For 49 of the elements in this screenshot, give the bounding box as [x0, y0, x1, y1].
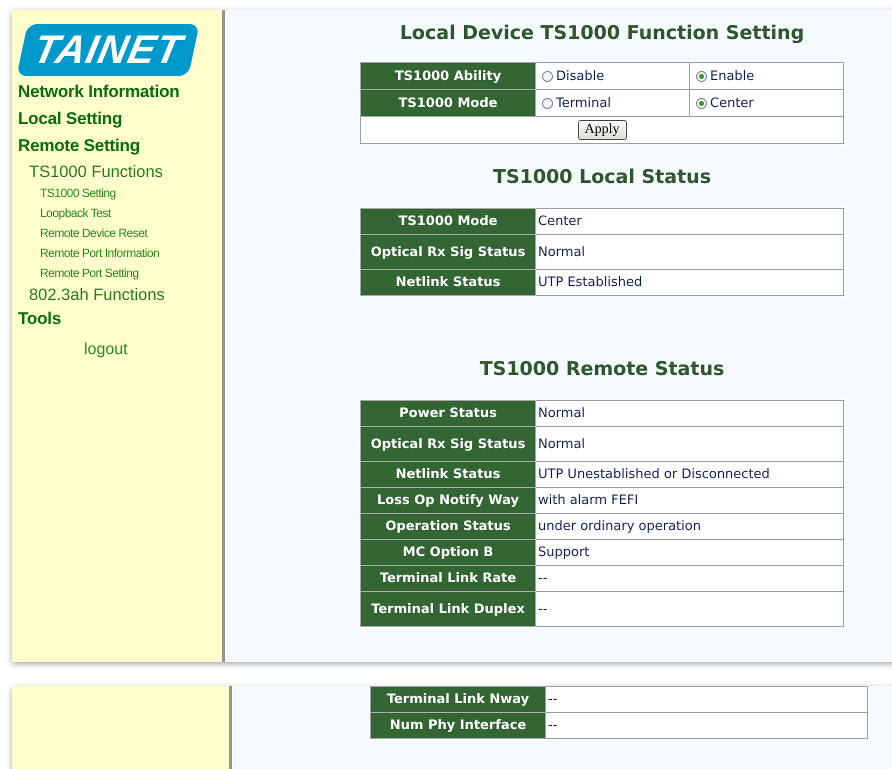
nav-link[interactable]: Remote Device Reset — [40, 226, 148, 240]
row-label: Operation Status — [360, 514, 536, 540]
row-value: UTP Unestablished or Disconnected — [536, 462, 844, 488]
logout-link[interactable]: logout — [84, 341, 128, 359]
nav-link[interactable]: Tools — [18, 309, 62, 329]
row-label: Optical Rx Sig Status — [360, 426, 536, 462]
row-value: -- — [546, 686, 868, 712]
nav-link[interactable]: Remote Port Information — [40, 246, 160, 260]
apply-button[interactable]: Apply — [578, 120, 626, 140]
radio-icon[interactable] — [696, 71, 707, 82]
row-value: Normal — [536, 426, 844, 462]
row-label: TS1000 Mode — [360, 90, 536, 116]
row-value: Normal — [536, 400, 844, 426]
row-label: Terminal Link Nway — [370, 686, 546, 712]
row-value: -- — [546, 712, 868, 738]
row-value: Normal — [536, 234, 844, 270]
row-value: under ordinary operation — [536, 514, 844, 540]
nav-link[interactable]: 802.3ah Functions — [29, 286, 165, 305]
row-value: with alarm FEFI — [536, 488, 844, 514]
row-label: TS1000 Ability — [360, 62, 536, 90]
row-value: -- — [536, 592, 844, 626]
row-label: Power Status — [360, 400, 536, 426]
radio-icon[interactable] — [542, 98, 553, 109]
row-label: Loss Op Notify Way — [360, 488, 536, 514]
nav-link[interactable]: Loopback Test — [40, 206, 111, 220]
row-value: Center — [536, 208, 844, 234]
row-label: Optical Rx Sig Status — [360, 234, 536, 270]
row-value: Support — [536, 540, 844, 566]
radio-icon[interactable] — [542, 71, 553, 82]
section-title: TS1000 Local Status — [492, 166, 712, 188]
radio-icon[interactable] — [696, 98, 707, 109]
row-label: Netlink Status — [360, 270, 536, 296]
logo: TAINET — [16, 24, 200, 76]
row-value: UTP Established — [536, 270, 844, 296]
nav-link[interactable]: TS1000 Setting — [40, 186, 116, 200]
row-value: -- — [536, 566, 844, 592]
nav-link[interactable]: Remote Port Setting — [40, 266, 139, 280]
nav-link[interactable]: Local Setting — [18, 109, 122, 129]
row-label: Netlink Status — [360, 462, 536, 488]
nav-link[interactable]: TS1000 Functions — [29, 163, 163, 182]
row-label: Terminal Link Rate — [360, 566, 536, 592]
nav-link[interactable]: Remote Setting — [18, 136, 140, 156]
section-title: Local Device TS1000 Function Setting — [400, 22, 804, 44]
section-title: TS1000 Remote Status — [480, 358, 724, 380]
row-label: MC Option B — [360, 540, 536, 566]
row-label: TS1000 Mode — [360, 208, 536, 234]
row-label: Num Phy Interface — [370, 712, 546, 738]
row-label: Terminal Link Duplex — [360, 592, 536, 626]
nav-link[interactable]: Network Information — [18, 82, 180, 102]
